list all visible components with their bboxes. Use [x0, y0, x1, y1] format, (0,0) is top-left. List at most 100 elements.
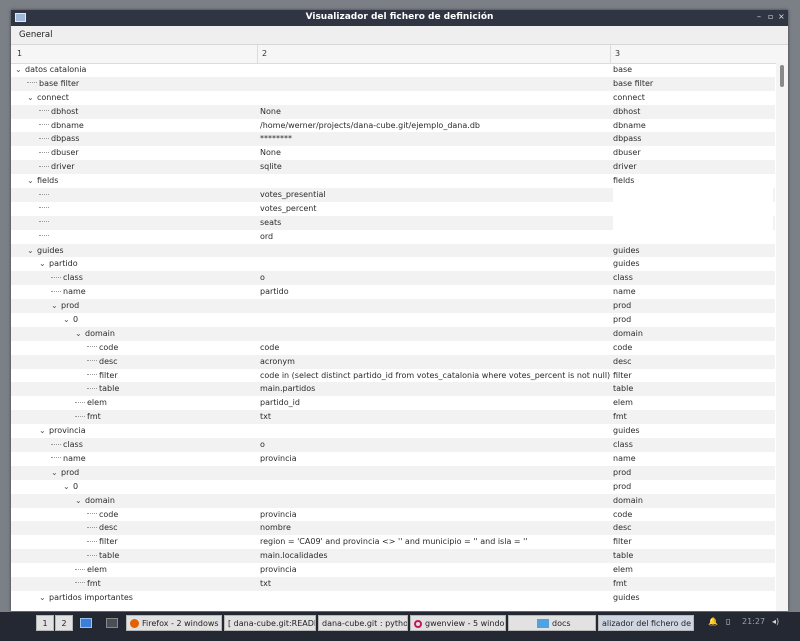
tree-row[interactable]: code provincia code	[11, 508, 775, 522]
tree-key-label: partido	[49, 259, 78, 269]
tree-row[interactable]: desc acronym desc	[11, 354, 775, 369]
tree-cell-key: dbname	[11, 119, 284, 133]
tree-row[interactable]: votes_percent	[11, 201, 775, 216]
tree-branch-line	[87, 540, 97, 543]
tree-row[interactable]: elem provincia elem	[11, 563, 775, 577]
tree-cell-value: provincia	[260, 565, 297, 575]
task-readme[interactable]: [ dana-cube.git:README	[224, 615, 316, 631]
terminal-icon[interactable]	[106, 618, 118, 628]
show-desktop-icon[interactable]	[80, 618, 92, 628]
tree-row[interactable]: ⌄ prod prod	[11, 299, 775, 314]
column-divider[interactable]	[257, 45, 258, 63]
tree-cell-key: class	[11, 438, 296, 452]
tree-row[interactable]: name partido name	[11, 285, 775, 299]
expand-chevron-icon[interactable]: ⌄	[27, 174, 37, 188]
expand-chevron-icon[interactable]: ⌄	[75, 327, 85, 341]
tree-row[interactable]: table main.localidades table	[11, 549, 775, 564]
tree-row[interactable]: ⌄ 0 prod	[11, 480, 775, 494]
tree-cell-type: table	[613, 384, 634, 394]
tree-cell-type	[613, 229, 773, 244]
tree-key-label: base filter	[39, 78, 80, 88]
tree-row[interactable]: table main.partidos table	[11, 382, 775, 397]
tree-branch-line	[75, 401, 85, 404]
maximize-button[interactable]: ▫	[768, 12, 773, 21]
task-firefox[interactable]: Firefox - 2 windows	[126, 615, 222, 631]
tree-row[interactable]: class o class	[11, 438, 775, 452]
tree-row[interactable]: votes_presential	[11, 188, 775, 202]
column-header-3[interactable]: 3	[615, 49, 620, 58]
expand-chevron-icon[interactable]: ⌄	[39, 257, 49, 271]
tree-row[interactable]: ⌄ connect connect	[11, 91, 775, 105]
expand-chevron-icon[interactable]: ⌄	[75, 494, 85, 508]
tree-cell-value: main.partidos	[260, 384, 316, 394]
scrollbar-thumb[interactable]	[780, 65, 784, 87]
tree-row[interactable]: driver sqlite driver	[11, 160, 775, 175]
tree-row[interactable]: seats	[11, 215, 775, 230]
tree-row[interactable]: name provincia name	[11, 452, 775, 466]
tree-row[interactable]: dbuser None dbuser	[11, 146, 775, 160]
tree-cell-type: class	[613, 273, 633, 283]
tree-row[interactable]: code code code	[11, 341, 775, 355]
tree-row[interactable]: ⌄ domain domain	[11, 326, 775, 341]
tree-row[interactable]: dbname/home/werner/projects/dana-cube.gi…	[11, 119, 775, 133]
tree-row[interactable]: ⌄ partido guides	[11, 257, 775, 271]
expand-chevron-icon[interactable]: ⌄	[15, 63, 25, 77]
expand-chevron-icon[interactable]: ⌄	[51, 299, 61, 313]
task-gwenview[interactable]: gwenview - 5 windows	[410, 615, 506, 631]
tree-key-label: class	[63, 440, 83, 450]
menu-general[interactable]: General	[19, 30, 53, 40]
tree-cell-value: ********	[260, 134, 292, 144]
column-header-2[interactable]: 2	[262, 49, 267, 58]
notification-bell-icon[interactable]: 🔔	[708, 617, 718, 626]
tree-row[interactable]: ⌄ provincia guides	[11, 424, 775, 438]
tree-row[interactable]: ⌄ partidos importantes guides	[11, 591, 775, 605]
expand-chevron-icon[interactable]: ⌄	[27, 244, 37, 258]
tree-cell-type: guides	[613, 426, 640, 436]
tree-row[interactable]: dbpass ******** dbpass	[11, 132, 775, 147]
tree-row[interactable]: ⌄ prod prod	[11, 465, 775, 480]
tree-key-label: domain	[85, 328, 115, 338]
task-python[interactable]: dana-cube.git : python — l	[318, 615, 408, 631]
tree-row[interactable]: ⌄ guides guides	[11, 243, 775, 258]
expand-chevron-icon[interactable]: ⌄	[27, 91, 37, 105]
title-bar[interactable]: Visualizador del fichero de definición –…	[11, 10, 788, 26]
tree-row[interactable]: filter code in (select distinct partido_i…	[11, 369, 775, 383]
expand-chevron-icon[interactable]: ⌄	[39, 424, 49, 438]
expand-chevron-icon[interactable]: ⌄	[51, 466, 61, 480]
volume-icon[interactable]: ◂)	[772, 617, 779, 626]
expand-chevron-icon[interactable]: ⌄	[63, 313, 73, 327]
tree-row[interactable]: dbhost None dbhost	[11, 104, 775, 119]
tree-row[interactable]: elem partido_id elem	[11, 396, 775, 410]
column-header-1[interactable]: 1	[17, 49, 22, 58]
tree-cell-value: txt	[260, 412, 272, 422]
tree-view[interactable]: ⌄ datos catalonia base base filter base filt…	[11, 63, 775, 611]
tree-cell-key: base filter	[11, 77, 272, 91]
task-docs[interactable]: docs	[508, 615, 596, 631]
tree-row[interactable]: fmt txt fmt	[11, 410, 775, 425]
workspace-1-button[interactable]: 1	[36, 615, 54, 631]
close-button[interactable]: ×	[778, 12, 785, 21]
expand-chevron-icon[interactable]: ⌄	[63, 480, 73, 494]
tree-cell-type: code	[613, 342, 633, 352]
tree-row[interactable]: filter region = 'CA09' and provincia <> '…	[11, 535, 775, 549]
minimize-button[interactable]: –	[757, 12, 761, 21]
tree-row[interactable]: ⌄ domain domain	[11, 493, 775, 508]
tree-row[interactable]: ⌄ datos catalonia base	[11, 63, 775, 77]
vertical-scrollbar[interactable]	[776, 63, 788, 611]
tree-row[interactable]: desc nombre desc	[11, 521, 775, 536]
tree-cell-type: name	[613, 453, 636, 463]
tree-cell-key: class	[11, 271, 296, 285]
clipboard-icon[interactable]: ▯	[726, 617, 730, 626]
tree-row[interactable]: ⌄ 0 prod	[11, 313, 775, 327]
workspace-2-button[interactable]: 2	[55, 615, 73, 631]
tree-cell-type: filter	[613, 370, 632, 380]
tree-cell-key: name	[11, 285, 296, 299]
tree-row[interactable]: base filter base filter	[11, 76, 775, 91]
column-divider[interactable]	[610, 45, 611, 63]
tree-row[interactable]: ord	[11, 229, 775, 244]
task-visualizador[interactable]: alizador del fichero de d	[598, 615, 694, 631]
expand-chevron-icon[interactable]: ⌄	[39, 591, 49, 605]
tree-row[interactable]: fmt txt fmt	[11, 576, 775, 591]
tree-row[interactable]: class o class	[11, 271, 775, 286]
tree-row[interactable]: ⌄ fields fields	[11, 174, 775, 188]
